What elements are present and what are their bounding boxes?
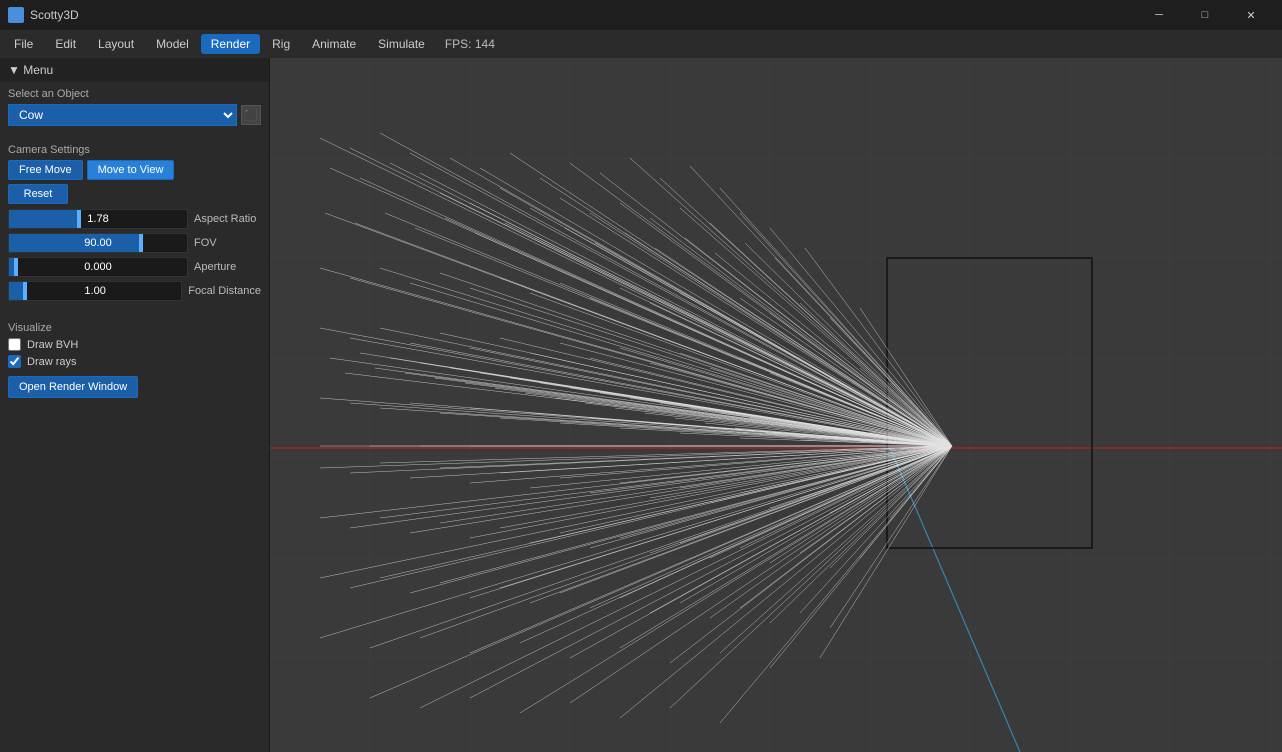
draw-rays-checkbox[interactable]	[8, 355, 21, 368]
menu-file[interactable]: File	[4, 34, 43, 54]
menu-model[interactable]: Model	[146, 34, 199, 54]
minimize-button[interactable]: ─	[1136, 0, 1182, 30]
object-dropdown[interactable]: Cow	[8, 104, 237, 126]
visualize-section: Visualize Draw BVH Draw rays Open Render…	[0, 310, 269, 404]
open-render-window-button[interactable]: Open Render Window	[8, 376, 138, 398]
close-button[interactable]: ✕	[1228, 0, 1274, 30]
move-to-view-button[interactable]: Move to View	[87, 160, 175, 180]
draw-bvh-label[interactable]: Draw BVH	[27, 339, 78, 351]
draw-rays-label[interactable]: Draw rays	[27, 356, 77, 368]
app-title: Scotty3D	[30, 8, 1136, 22]
draw-rays-row: Draw rays	[8, 355, 261, 368]
object-select-row: Cow ⬛	[8, 104, 261, 126]
fps-display: FPS: 144	[445, 37, 495, 51]
draw-bvh-row: Draw BVH	[8, 338, 261, 351]
menu-collapse-label: ▼ Menu	[8, 63, 53, 77]
fov-slider[interactable]: 90.00	[8, 233, 188, 253]
visualize-label: Visualize	[8, 322, 261, 334]
aperture-slider[interactable]: 0.000	[8, 257, 188, 277]
aspect-ratio-row: 1.78 Aspect Ratio	[8, 208, 261, 230]
aspect-ratio-value: 1.78	[9, 213, 187, 225]
object-action-button[interactable]: ⬛	[241, 105, 261, 125]
aperture-row: 0.000 Aperture	[8, 256, 261, 278]
app-icon	[8, 7, 24, 23]
titlebar: Scotty3D ─ □ ✕	[0, 0, 1282, 30]
menu-rig[interactable]: Rig	[262, 34, 300, 54]
menubar: File Edit Layout Model Render Rig Animat…	[0, 30, 1282, 58]
menu-render[interactable]: Render	[201, 34, 260, 54]
focal-distance-label: Focal Distance	[188, 285, 261, 297]
menu-simulate[interactable]: Simulate	[368, 34, 435, 54]
fov-label: FOV	[194, 237, 217, 249]
rays-visualization	[270, 58, 1282, 752]
camera-settings-label: Camera Settings	[8, 144, 261, 156]
menu-collapse-header[interactable]: ▼ Menu	[0, 58, 269, 82]
menu-layout[interactable]: Layout	[88, 34, 144, 54]
aspect-ratio-label: Aspect Ratio	[194, 213, 256, 225]
window-controls: ─ □ ✕	[1136, 0, 1274, 30]
draw-bvh-checkbox[interactable]	[8, 338, 21, 351]
aperture-value: 0.000	[9, 261, 187, 273]
camera-mode-buttons: Free Move Move to View	[8, 160, 261, 180]
focal-distance-value: 1.00	[9, 285, 181, 297]
menu-edit[interactable]: Edit	[45, 34, 86, 54]
aspect-ratio-slider[interactable]: 1.78	[8, 209, 188, 229]
select-object-label: Select an Object	[8, 88, 261, 100]
viewport[interactable]	[270, 58, 1282, 752]
camera-settings-section: Camera Settings Free Move Move to View R…	[0, 132, 269, 310]
reset-button[interactable]: Reset	[8, 184, 68, 204]
aperture-label: Aperture	[194, 261, 236, 273]
focal-distance-slider[interactable]: 1.00	[8, 281, 182, 301]
fov-row: 90.00 FOV	[8, 232, 261, 254]
select-object-section: Select an Object Cow ⬛	[0, 82, 269, 132]
restore-button[interactable]: □	[1182, 0, 1228, 30]
main-layout: ▼ Menu Select an Object Cow ⬛ Camera Set…	[0, 58, 1282, 752]
free-move-button[interactable]: Free Move	[8, 160, 83, 180]
menu-animate[interactable]: Animate	[302, 34, 366, 54]
sidebar: ▼ Menu Select an Object Cow ⬛ Camera Set…	[0, 58, 270, 752]
focal-distance-row: 1.00 Focal Distance	[8, 280, 261, 302]
fov-value: 90.00	[9, 237, 187, 249]
